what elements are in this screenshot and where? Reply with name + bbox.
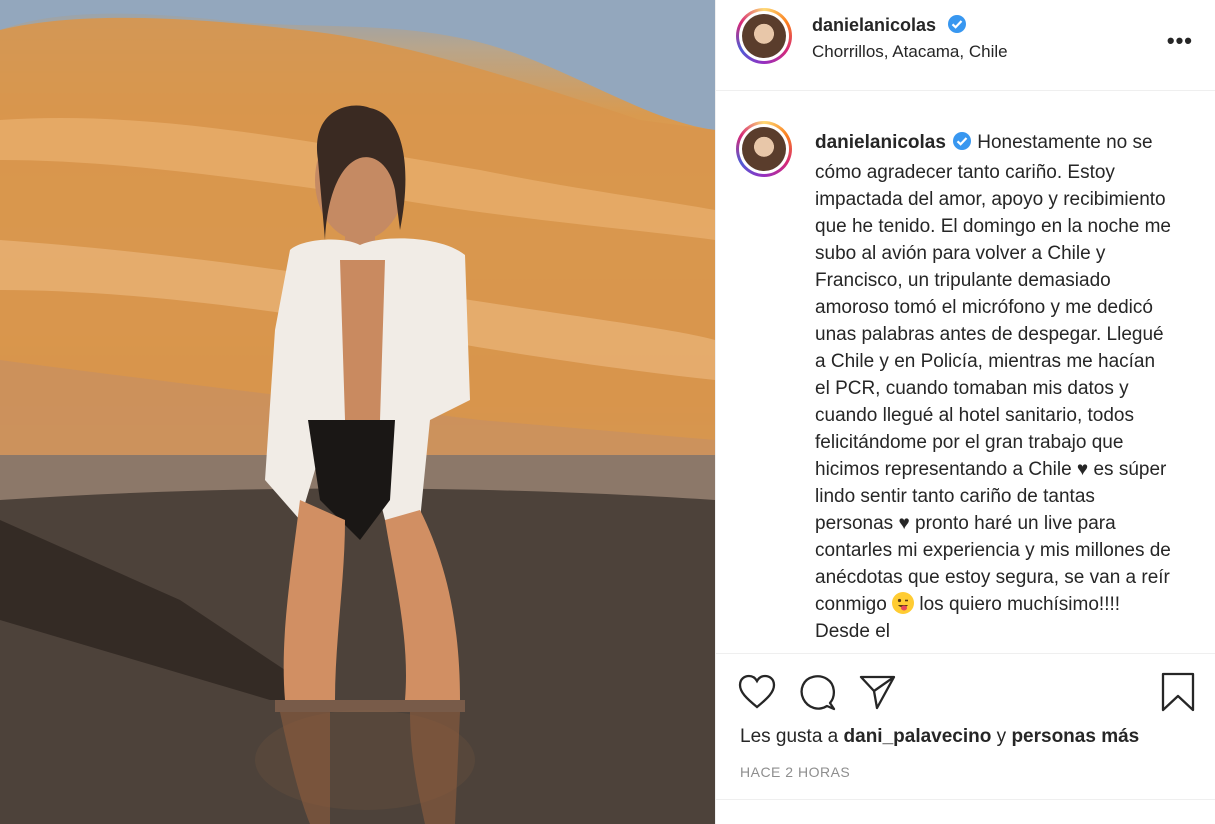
caption-text: danielanicolas Honestamente no se cómo a…: [815, 129, 1175, 645]
likes-mid: y: [991, 726, 1012, 747]
comment-icon[interactable]: [799, 674, 837, 717]
verified-badge-icon: [947, 14, 967, 39]
bookmark-icon[interactable]: [1160, 672, 1196, 717]
likes-user[interactable]: dani_palavecino: [844, 726, 992, 747]
avatar[interactable]: [736, 8, 792, 64]
header-username[interactable]: danielanicolas: [812, 15, 936, 35]
winking-tongue-emoji: [892, 592, 915, 614]
likes-summary: Les gusta a dani_palavecino y personas m…: [740, 726, 1139, 748]
post-time[interactable]: HACE 2 HORAS: [740, 764, 850, 780]
caption-area: danielanicolas Honestamente no se cómo a…: [716, 91, 1215, 654]
post-sidebar: danielanicolas Chorrillos, Atacama, Chil…: [716, 0, 1215, 824]
post-actions: Les gusta a dani_palavecino y personas m…: [716, 654, 1215, 824]
likes-others[interactable]: personas más: [1011, 726, 1139, 747]
post-photo[interactable]: [0, 0, 715, 824]
heart-icon[interactable]: [738, 674, 776, 715]
caption-avatar[interactable]: [736, 121, 792, 177]
caption-username[interactable]: danielanicolas: [815, 132, 946, 153]
caption-body: Honestamente no se cómo agradecer tanto …: [815, 132, 1171, 615]
post-location[interactable]: Chorrillos, Atacama, Chile: [812, 42, 1008, 62]
likes-prefix: Les gusta a: [740, 726, 844, 747]
more-options-icon[interactable]: •••: [1167, 28, 1193, 54]
caption-verified-badge-icon: [952, 131, 972, 159]
caption-tail: los: [914, 594, 944, 615]
share-paper-plane-icon[interactable]: [859, 674, 897, 715]
comment-divider: [716, 799, 1215, 800]
post-header: danielanicolas Chorrillos, Atacama, Chil…: [716, 0, 1215, 91]
